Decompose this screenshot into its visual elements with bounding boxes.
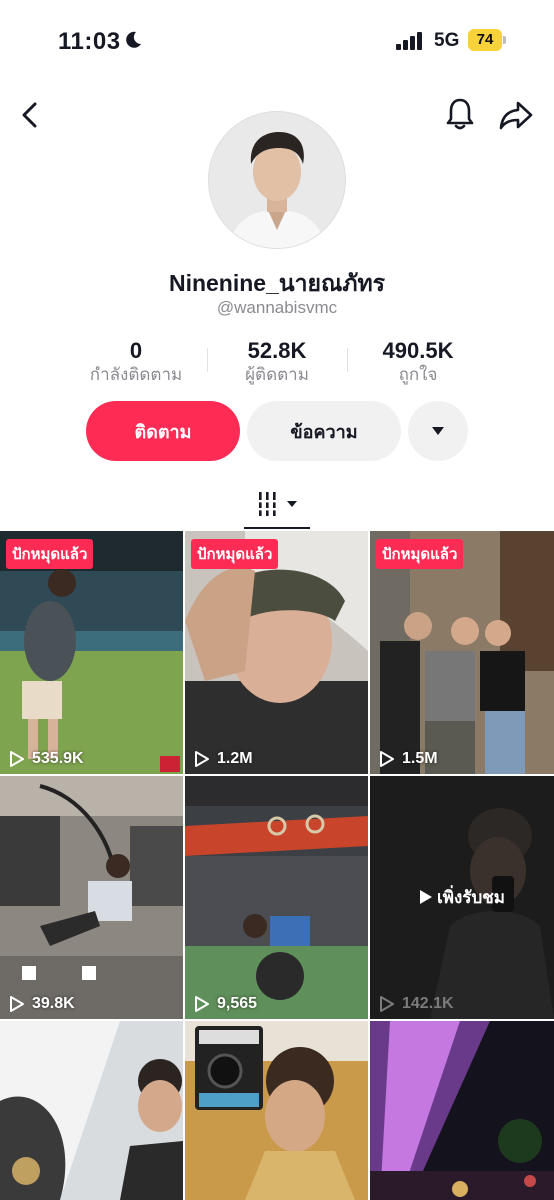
pinned-badge: ปักหมุดแล้ว (376, 539, 464, 569)
grid-icon (257, 492, 278, 516)
username: Ninenine_นายณภัทร (168, 270, 386, 296)
avatar[interactable] (208, 111, 346, 249)
status-bar: 11:03 5G 74 (0, 0, 554, 84)
likes-count: 490.5K (382, 338, 454, 363)
play-icon (380, 751, 394, 767)
moon-icon (126, 31, 141, 48)
stat-divider (207, 348, 208, 372)
video-grid: ปักหมุดแล้ว 535.9K ปักหมุดแล้ว 1.2M ปักห… (0, 531, 554, 1200)
view-count-value: 9,565 (217, 995, 258, 1012)
caret-down-icon (432, 427, 444, 435)
play-icon (195, 751, 209, 767)
following-count: 0 (129, 338, 143, 363)
user-handle: @wannabisvmc (216, 298, 338, 317)
play-icon (10, 751, 24, 767)
video-thumbnail[interactable]: 9,565 (185, 776, 368, 1019)
stat-likes[interactable]: 490.5K ถูกใจ (356, 338, 480, 386)
video-thumbnail[interactable]: เพิ่งรับชม 142.1K (370, 776, 554, 1019)
view-count-value: 535.9K (32, 750, 84, 767)
avatar-image (209, 112, 345, 248)
video-thumbnail[interactable]: ปักหมุดแล้ว 535.9K (0, 531, 183, 774)
view-count-value: 142.1K (402, 995, 454, 1012)
stat-divider (347, 348, 348, 372)
pinned-badge: ปักหมุดแล้ว (6, 539, 94, 569)
followers-count: 52.8K (247, 338, 307, 363)
play-icon (380, 996, 394, 1012)
battery-icon: 74 (468, 29, 506, 51)
followers-label: ผู้ติดตาม (245, 365, 309, 384)
bell-icon[interactable] (444, 96, 476, 132)
play-icon (420, 890, 432, 904)
likes-label: ถูกใจ (398, 365, 438, 384)
view-count-value: 1.2M (217, 750, 253, 767)
view-count: 9,565 (193, 995, 257, 1013)
video-thumbnail[interactable]: ปักหมุดแล้ว 1.2M (185, 531, 368, 774)
video-thumbnail[interactable] (185, 1021, 368, 1200)
recently-watched-badge: เพิ่งรับชม (370, 884, 554, 911)
video-thumbnail[interactable] (370, 1021, 554, 1200)
message-button[interactable]: ข้อความ (247, 401, 401, 461)
view-count-value: 1.5M (402, 750, 438, 767)
more-options-button[interactable] (408, 401, 468, 461)
play-icon (10, 996, 24, 1012)
recently-watched-label: เพิ่งรับชม (437, 888, 505, 907)
view-count: 535.9K (8, 750, 84, 768)
status-time: 11:03 (58, 28, 121, 55)
battery-level: 74 (476, 31, 494, 48)
share-icon[interactable] (498, 98, 534, 132)
back-icon[interactable] (14, 98, 44, 132)
network-type: 5G (434, 30, 460, 51)
view-count: 1.5M (378, 750, 438, 768)
stat-followers[interactable]: 52.8K ผู้ติดตาม (218, 338, 336, 386)
signal-icon (396, 32, 422, 50)
video-thumbnail[interactable]: ปักหมุดแล้ว 1.5M (370, 531, 554, 774)
stat-following[interactable]: 0 กำลังติดตาม (76, 338, 196, 386)
follow-button[interactable]: ติดตาม (86, 401, 240, 461)
tab-underline (244, 527, 310, 529)
videos-grid-tab[interactable] (244, 486, 310, 530)
following-label: กำลังติดตาม (89, 365, 183, 384)
view-count: 39.8K (8, 995, 75, 1013)
pinned-badge: ปักหมุดแล้ว (191, 539, 279, 569)
video-thumbnail[interactable]: 39.8K (0, 776, 183, 1019)
view-count-value: 39.8K (32, 995, 75, 1012)
view-count: 142.1K (378, 995, 454, 1013)
caret-down-icon (287, 501, 297, 507)
play-icon (195, 996, 209, 1012)
video-thumbnail[interactable] (0, 1021, 183, 1200)
view-count: 1.2M (193, 750, 253, 768)
